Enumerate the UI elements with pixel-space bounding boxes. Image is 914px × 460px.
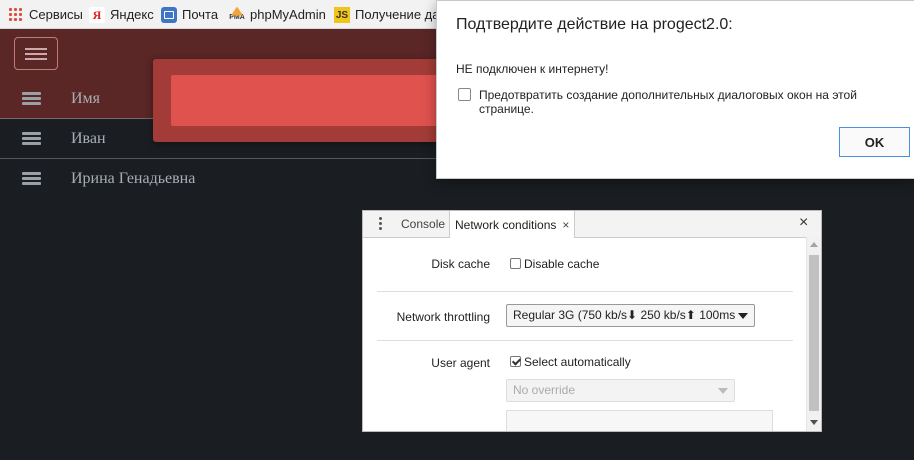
network-throttling-label: Network throttling (396, 310, 490, 324)
select-automatically-label[interactable]: Select automatically (524, 355, 631, 369)
bookmark-label: Почта (182, 7, 219, 22)
confirm-dialog: Подтвердите действие на progect2.0: НЕ п… (436, 0, 914, 179)
yandex-icon: Я (89, 6, 105, 23)
devtools-drawer: Console Network conditions × × Disk cach… (362, 210, 822, 432)
section-divider (377, 340, 793, 341)
bookmark-mail[interactable]: Почта (161, 0, 218, 29)
chevron-down-icon (738, 313, 748, 319)
drag-handle-icon[interactable] (22, 172, 41, 186)
bookmark-label: Сервисы (29, 7, 83, 22)
bookmark-services[interactable]: Сервисы (8, 0, 83, 29)
bookmark-label: phpMyAdmin (250, 7, 326, 22)
row-name: Ирина Генадьевна (71, 170, 196, 187)
phpmyadmin-icon: PMA (229, 7, 245, 23)
user-agent-override-select: No override (506, 379, 735, 402)
drag-handle-icon[interactable] (22, 92, 41, 106)
disable-cache-label[interactable]: Disable cache (524, 257, 599, 271)
section-divider (377, 291, 793, 292)
chevron-down-icon (718, 388, 728, 394)
ok-button[interactable]: OK (839, 127, 910, 157)
alert-banner-inner (171, 75, 441, 126)
menu-toggle-button[interactable] (14, 37, 58, 70)
apps-grid-icon (8, 6, 24, 23)
bookmark-data[interactable]: JS Получение дан (334, 0, 447, 29)
bookmark-yandex[interactable]: Я Яндекс (89, 0, 154, 29)
bookmark-label: Получение дан (355, 7, 447, 22)
dialog-title: Подтвердите действие на progect2.0: (456, 16, 733, 33)
drag-handle-icon[interactable] (22, 132, 41, 146)
prevent-dialogs-checkbox[interactable] (458, 88, 471, 101)
tab-console[interactable]: Console (401, 211, 445, 237)
scroll-down-icon[interactable] (810, 420, 818, 425)
scroll-thumb[interactable] (809, 255, 819, 411)
disable-cache-checkbox[interactable] (510, 258, 521, 269)
disk-cache-label: Disk cache (431, 257, 490, 271)
close-tab-icon[interactable]: × (562, 218, 569, 232)
tab-network-conditions[interactable]: Network conditions × (449, 211, 576, 238)
devtools-tab-bar: Console Network conditions × × (363, 211, 821, 238)
override-value: No override (513, 383, 576, 397)
mail-icon (161, 6, 177, 23)
custom-user-agent-input (506, 410, 773, 431)
row-name: Иван (71, 130, 106, 147)
user-agent-label: User agent (431, 356, 490, 370)
alert-banner (153, 59, 453, 142)
select-automatically-checkbox[interactable] (510, 356, 521, 367)
vertical-scrollbar[interactable] (806, 237, 821, 431)
bookmark-label: Яндекс (110, 7, 154, 22)
bookmark-phpmyadmin[interactable]: PMA phpMyAdmin (229, 0, 326, 29)
tab-label: Network conditions (455, 217, 557, 232)
column-name-header: Имя (71, 90, 101, 107)
close-drawer-icon[interactable]: × (799, 214, 808, 232)
js-icon: JS (334, 6, 350, 23)
throttling-value: Regular 3G (750 kb/s⬇ 250 kb/s⬆ 100ms (513, 308, 736, 322)
network-throttling-select[interactable]: Regular 3G (750 kb/s⬇ 250 kb/s⬆ 100ms (506, 304, 755, 327)
more-options-icon[interactable] (379, 216, 383, 232)
dialog-message: НЕ подключен к интернету! (456, 62, 609, 76)
scroll-up-icon[interactable] (810, 242, 818, 247)
prevent-dialogs-label[interactable]: Предотвратить создание дополнительных ди… (479, 88, 914, 116)
